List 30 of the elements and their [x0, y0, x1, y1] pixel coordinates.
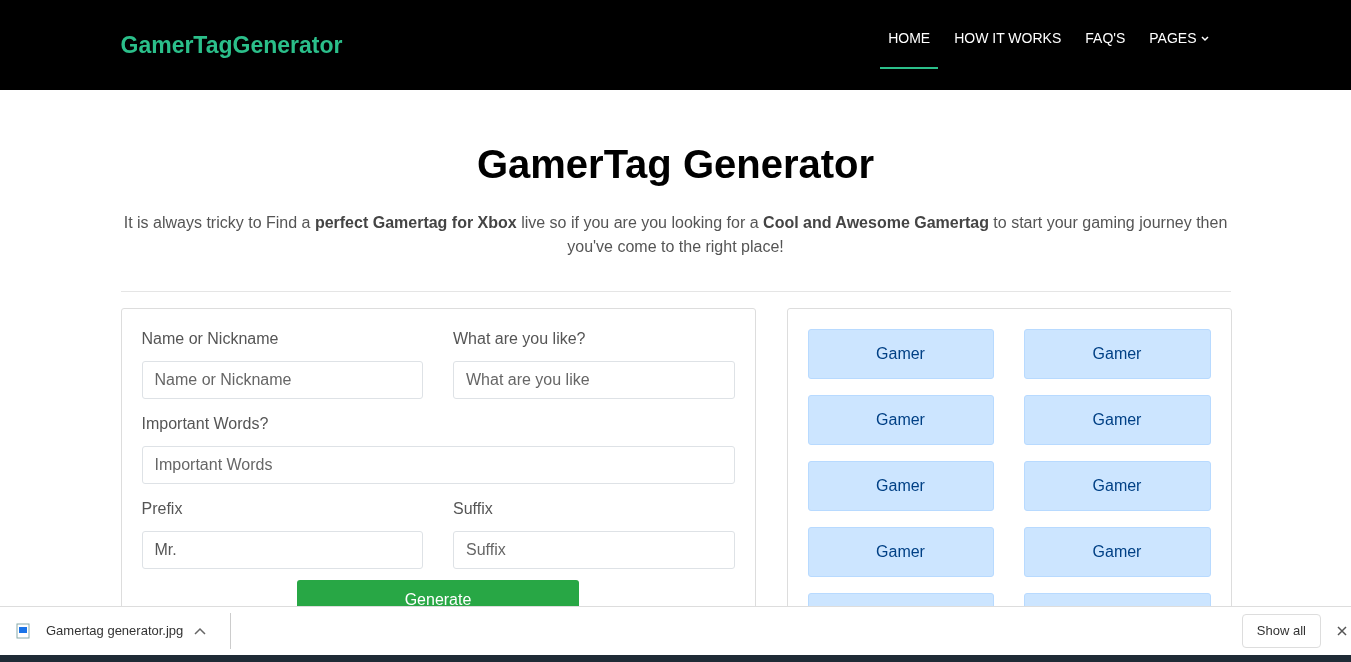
nav-link[interactable]: HOW IT WORKS — [946, 21, 1070, 69]
nav-link[interactable]: HOME — [880, 21, 939, 69]
gamertag-result[interactable]: Gamer — [1023, 527, 1211, 577]
gamertag-result[interactable]: Gamer — [807, 329, 994, 379]
text-field[interactable]: Suffix — [453, 531, 735, 569]
show-all-button[interactable]: Show all — [1241, 614, 1321, 648]
gamertag-result[interactable]: Gamer — [807, 395, 994, 445]
close-icon[interactable] — [1337, 626, 1347, 636]
text-field[interactable]: What are you like — [453, 361, 735, 399]
image-file-icon — [16, 623, 30, 639]
gamertag-result[interactable]: Gamer — [807, 461, 994, 511]
field-label: Suffix — [453, 499, 494, 519]
nav-link[interactable]: FAQ'S — [1077, 21, 1134, 69]
gamertag-result[interactable]: Gamer — [1023, 461, 1211, 511]
gamertag-result[interactable]: Gamer — [807, 527, 994, 577]
gamertag-result[interactable]: Gamer — [1023, 329, 1211, 379]
site-logo[interactable]: GamerTagGenerator — [120, 27, 343, 63]
field-label: What are you like? — [453, 329, 587, 349]
page-heading: GamerTag Generator — [475, 141, 876, 188]
text-field[interactable]: Mr. — [141, 531, 423, 569]
field-label: Name or Nickname — [141, 329, 280, 349]
field-label: Important Words? — [141, 414, 270, 434]
nav-link[interactable]: PAGES — [1141, 21, 1217, 69]
text-field[interactable]: Name or Nickname — [141, 361, 423, 399]
intro-paragraph: It is always tricky to Find a perfect Gamertag for Xbox live so if you are you looking for a Cool and Awesome Gamertag to start your gaming journey then you've come to the right place! — [122, 213, 1229, 257]
download-file-name[interactable]: Gamertag generator.jpg — [46, 621, 184, 641]
field-label: Prefix — [141, 499, 184, 519]
chevron-up-icon[interactable] — [194, 627, 206, 635]
gamertag-result[interactable]: Gamer — [1023, 395, 1211, 445]
text-field[interactable]: Important Words — [141, 446, 735, 484]
